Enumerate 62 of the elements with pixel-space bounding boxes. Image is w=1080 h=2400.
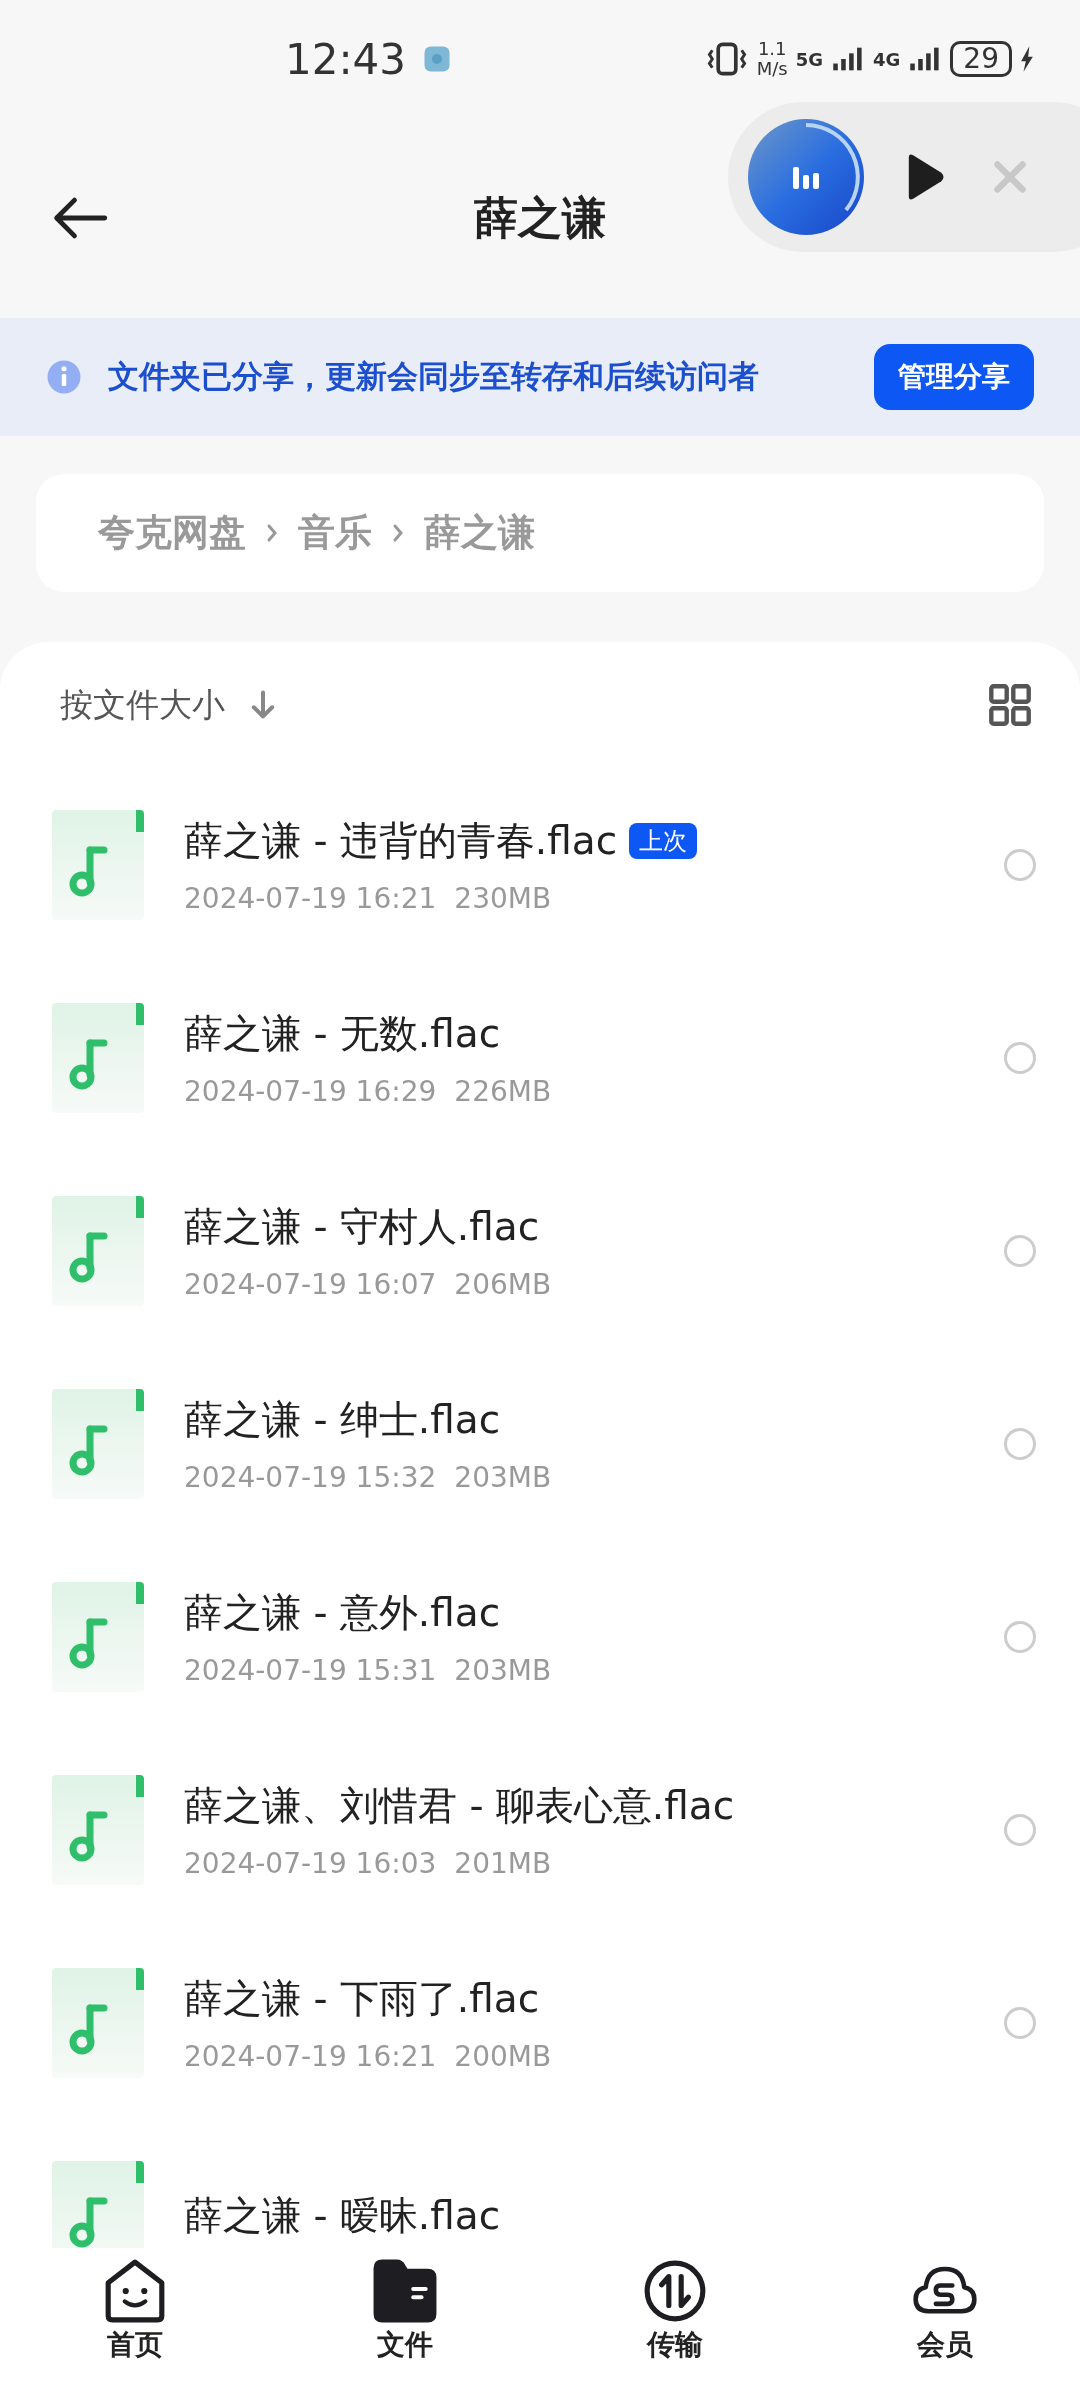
select-radio[interactable] <box>1004 1234 1036 1267</box>
file-date: 2024-07-19 16:07 <box>184 1268 437 1301</box>
select-radio[interactable] <box>1004 1427 1036 1460</box>
file-name[interactable]: 薛之谦、刘惜君 - 聊表心意.flac <box>184 1779 735 1833</box>
file-size: 203MB <box>454 1654 552 1687</box>
file-name[interactable]: 薛之谦 - 意外.flac <box>184 1586 501 1640</box>
file-size: 206MB <box>454 1268 552 1301</box>
file-name[interactable]: 薛之谦 - 绅士.flac <box>184 1393 501 1447</box>
file-name[interactable]: 薛之谦 - 无数.flac <box>184 1007 501 1061</box>
music-file-icon <box>52 1388 144 1499</box>
chevron-right-icon <box>266 522 278 544</box>
select-radio[interactable] <box>1004 1041 1036 1074</box>
sort-option[interactable]: 按文件大小 <box>60 682 225 728</box>
music-file-icon <box>52 1774 144 1885</box>
file-name[interactable]: 薛之谦 - 暧昧.flac <box>184 2188 501 2243</box>
nav-tab[interactable]: 首页 <box>0 2248 270 2400</box>
nav-tab[interactable]: 会员 <box>810 2248 1080 2400</box>
file-size: 201MB <box>454 1847 552 1880</box>
file-date: 2024-07-19 15:32 <box>184 1461 437 1494</box>
music-file-icon <box>52 1002 144 1113</box>
file-date: 2024-07-19 16:03 <box>184 1847 437 1880</box>
app-notification-icon <box>422 44 453 74</box>
grid-view-icon[interactable] <box>988 683 1032 727</box>
select-radio[interactable] <box>1004 848 1036 881</box>
file-date: 2024-07-19 16:29 <box>184 1075 437 1108</box>
select-radio[interactable] <box>1004 1813 1036 1846</box>
last-played-tag: 上次 <box>629 823 698 859</box>
file-date: 2024-07-19 16:21 <box>184 882 437 915</box>
music-file-icon <box>52 2160 144 2248</box>
file-date: 2024-07-19 15:31 <box>184 1654 437 1687</box>
music-file-icon <box>52 1967 144 2078</box>
select-radio[interactable] <box>1004 2006 1036 2039</box>
network-type: 5G <box>795 48 824 70</box>
file-name[interactable]: 薛之谦 - 违背的青春.flac <box>184 814 618 868</box>
chevron-right-icon <box>392 522 404 544</box>
network-type: 4G <box>873 48 901 70</box>
nav-tab[interactable]: 传输 <box>540 2248 810 2400</box>
manage-share-button[interactable]: 管理分享 <box>874 344 1034 410</box>
select-radio[interactable] <box>1004 1620 1036 1653</box>
file-name[interactable]: 薛之谦 - 守村人.flac <box>184 1200 540 1254</box>
file-size: 230MB <box>454 882 552 915</box>
nav-tab[interactable]: 文件 <box>270 2248 540 2400</box>
music-file-icon <box>52 1195 144 1306</box>
now-playing-icon[interactable] <box>746 117 866 237</box>
file-date: 2024-07-19 16:21 <box>184 2040 437 2073</box>
file-size: 200MB <box>454 2040 552 2073</box>
music-file-icon <box>52 1581 144 1692</box>
network-speed: 1.1 <box>757 39 787 59</box>
back-arrow-icon[interactable] <box>52 196 108 240</box>
status-time: 12:43 <box>285 34 407 84</box>
share-notice-text: 文件夹已分享，更新会同步至转存和后续访问者 <box>108 357 759 396</box>
file-size: 203MB <box>454 1461 552 1494</box>
file-size: 226MB <box>454 1075 552 1108</box>
arrow-down-icon[interactable] <box>249 689 277 721</box>
close-icon[interactable] <box>992 159 1028 195</box>
page-title: 薛之谦 <box>474 190 606 245</box>
info-icon <box>46 359 82 395</box>
speed-unit: M/s <box>756 59 788 79</box>
music-file-icon <box>52 809 144 920</box>
file-name[interactable]: 薛之谦 - 下雨了.flac <box>184 1972 540 2026</box>
battery-level: 29 <box>950 41 1012 77</box>
charging-icon <box>1020 45 1034 73</box>
